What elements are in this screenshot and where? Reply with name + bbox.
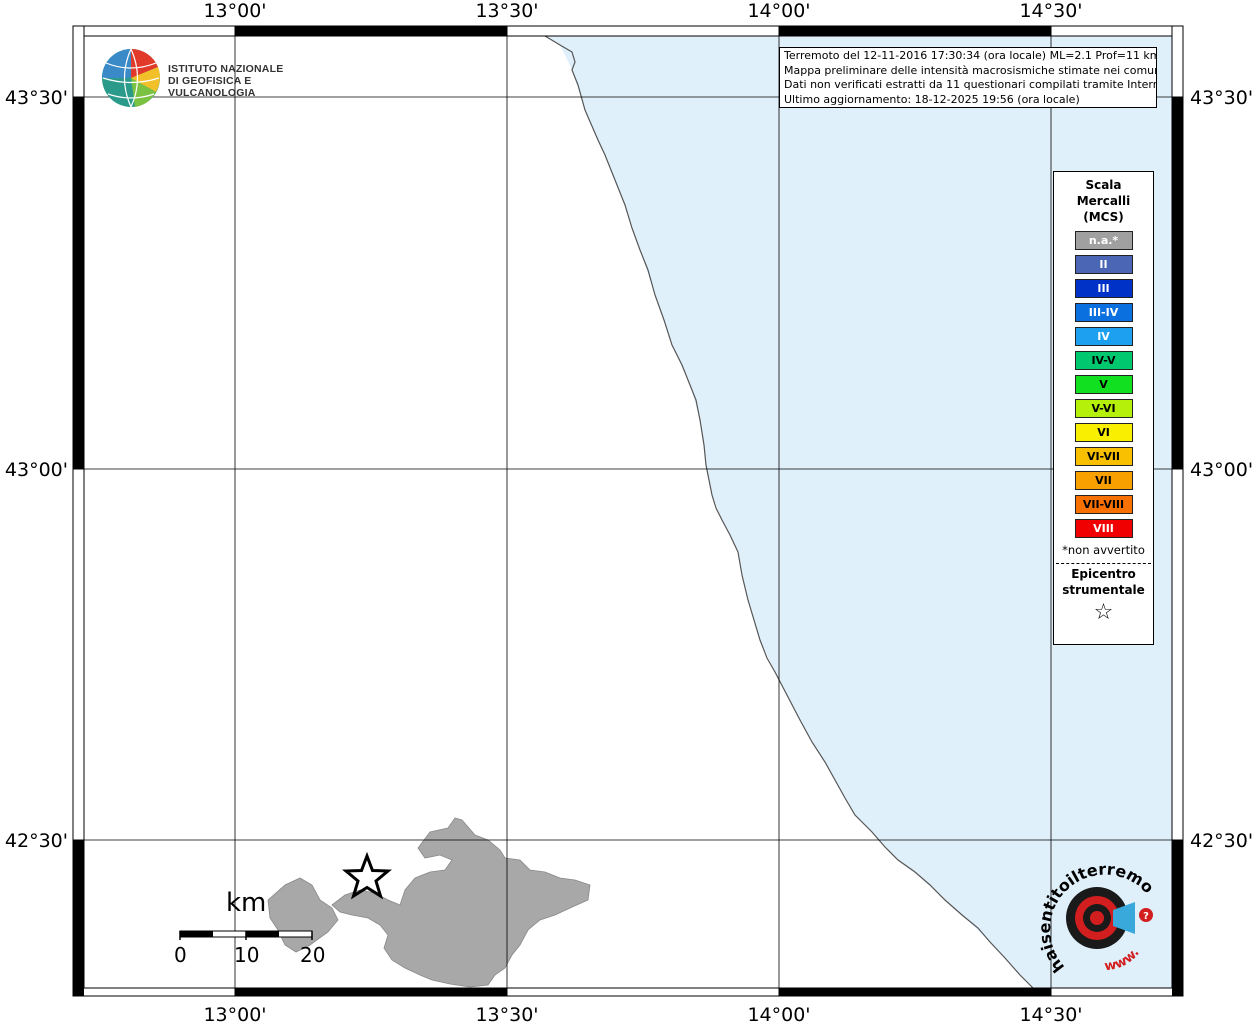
lat-tick-left-2: 42°30' [5, 830, 68, 852]
legend-item-v-vi: V-VI [1074, 399, 1133, 418]
ingv-logo: ISTITUTO NAZIONALE DI GEOFISICA E VULCAN… [100, 47, 340, 109]
legend-epicenter-label: Epicentro strumentale [1054, 566, 1153, 598]
legend-item-vi: VI [1074, 423, 1133, 442]
info-line-map-desc: Mappa preliminare delle intensità macros… [784, 63, 1157, 77]
scale-label-20: 20 [300, 943, 326, 967]
legend-item-vii-viii: VII-VIII [1074, 495, 1133, 514]
legend-divider [1056, 563, 1151, 564]
ingv-logo-line2: DI GEOFISICA E VULCANOLOGIA [168, 75, 256, 99]
ingv-logo-line1: ISTITUTO NAZIONALE [168, 63, 284, 75]
lat-tick-right-0: 43°30' [1190, 87, 1253, 109]
ingv-logo-text: ISTITUTO NAZIONALE DI GEOFISICA E VULCAN… [168, 63, 340, 99]
legend-item-ii: II [1074, 255, 1133, 274]
svg-text:?: ? [1143, 911, 1149, 922]
legend-epicenter-line2: strumentale [1062, 583, 1145, 597]
legend-items: n.a.* II III III-IV IV IV-V V V-VI VI VI-VII VII VI… [1054, 231, 1153, 538]
legend-title-line3: (MCS) [1083, 210, 1124, 224]
scale-unit: km [226, 888, 267, 918]
legend-item-viii: VIII [1074, 519, 1133, 538]
earthquake-info-box: Terremoto del 12-11-2016 17:30:34 (ora l… [779, 47, 1157, 108]
legend-item-n-a: n.a.* [1074, 231, 1133, 250]
lon-tick-top-0: 13°00' [203, 0, 266, 22]
lat-tick-right-1: 43°00' [1190, 459, 1253, 481]
lon-tick-bottom-3: 14°30' [1019, 1004, 1082, 1024]
lat-tick-right-2: 42°30' [1190, 830, 1253, 852]
legend-note: *non avvertito [1062, 543, 1145, 557]
legend-title-line2: Mercalli [1076, 194, 1131, 208]
legend-item-iv-v: IV-V [1074, 351, 1133, 370]
info-line-data-source: Dati non verificati estratti da 11 quest… [784, 78, 1157, 91]
legend-item-v: V [1074, 375, 1133, 394]
lon-tick-top-1: 13°30' [475, 0, 538, 22]
info-line-last-update: Ultimo aggiornamento: 18-12-2025 19:56 (… [784, 92, 1080, 106]
info-line-event: Terremoto del 12-11-2016 17:30:34 (ora l… [784, 49, 1157, 62]
legend-item-iii-iv: III-IV [1074, 303, 1133, 322]
legend-title: Scala Mercalli (MCS) [1054, 177, 1153, 225]
scale-bar: km 0 10 20 [174, 888, 326, 968]
hst-target-icon: ? [1066, 887, 1153, 949]
scale-label-10: 10 [234, 943, 260, 967]
hst-logo-www: www. [1104, 945, 1143, 974]
mcs-legend: Scala Mercalli (MCS) n.a.* II III III-IV IV I… [1053, 171, 1154, 645]
lon-tick-bottom-2: 14°00' [747, 1004, 810, 1024]
scale-label-0: 0 [174, 943, 187, 967]
legend-item-iv: IV [1074, 327, 1133, 346]
svg-text:www.: www. [1104, 945, 1143, 974]
epicenter-star-icon[interactable] [342, 851, 392, 900]
globe-icon [102, 48, 160, 108]
hst-logo[interactable]: haisentitoilterremoto.it www. ? [1030, 847, 1165, 982]
lon-tick-top-2: 14°00' [747, 0, 810, 22]
legend-title-line1: Scala [1085, 178, 1122, 192]
legend-item-vi-vii: VI-VII [1074, 447, 1133, 466]
lat-tick-left-0: 43°30' [5, 87, 68, 109]
legend-item-vii: VII [1074, 471, 1133, 490]
legend-item-iii: III [1074, 279, 1133, 298]
lon-tick-top-3: 14°30' [1019, 0, 1082, 22]
legend-epicenter-line1: Epicentro [1071, 567, 1136, 581]
legend-star-icon: ☆ [1093, 600, 1114, 625]
lon-tick-bottom-1: 13°30' [475, 1004, 538, 1024]
lat-tick-left-1: 43°00' [5, 459, 68, 481]
lon-tick-bottom-0: 13°00' [203, 1004, 266, 1024]
